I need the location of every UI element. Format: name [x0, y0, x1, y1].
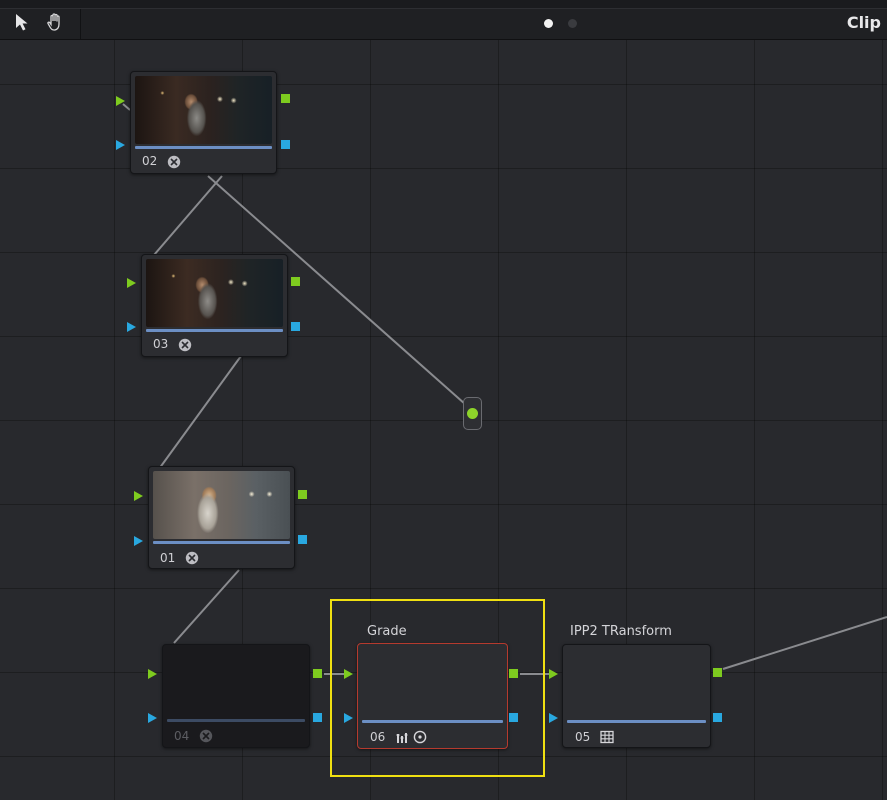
- node-thumbnail: [146, 259, 283, 327]
- node-progress-bar: [167, 719, 305, 722]
- key-input-port[interactable]: [148, 713, 157, 723]
- key-input-port[interactable]: [127, 322, 136, 332]
- node-03[interactable]: 03: [141, 254, 288, 357]
- key-output-port[interactable]: [509, 713, 518, 722]
- key-output-port[interactable]: [298, 535, 307, 544]
- rgb-input-port[interactable]: [116, 96, 125, 106]
- rgb-input-port[interactable]: [344, 669, 353, 679]
- node-id-label: 04: [174, 729, 190, 743]
- fx-icon: [185, 551, 199, 565]
- node-progress-bar: [135, 146, 272, 149]
- hand-pan-icon[interactable]: [45, 12, 65, 32]
- fx-icon: [167, 155, 181, 169]
- node-05-ipp2-transform[interactable]: 05: [562, 644, 711, 748]
- node-thumbnail: [153, 471, 290, 539]
- node-title-grade: Grade: [367, 624, 407, 639]
- toolbar-top-strip: [0, 0, 887, 9]
- key-input-port[interactable]: [549, 713, 558, 723]
- rgb-input-port[interactable]: [549, 669, 558, 679]
- node-progress-bar: [567, 720, 706, 723]
- rgb-output-port[interactable]: [509, 669, 518, 678]
- key-output-port[interactable]: [291, 322, 300, 331]
- node-id-label: 05: [575, 730, 591, 744]
- key-input-port[interactable]: [134, 536, 143, 546]
- rgb-output-port[interactable]: [281, 94, 290, 103]
- node-06-grade[interactable]: 06: [357, 643, 508, 749]
- node-id-label: 03: [153, 337, 169, 351]
- page-dot-active[interactable]: [544, 19, 553, 28]
- toolbar-separator: [80, 9, 81, 39]
- rgb-input-port[interactable]: [134, 491, 143, 501]
- fx-icon: [199, 729, 213, 743]
- node-id-label: 01: [160, 551, 176, 565]
- node-id-label: 06: [370, 730, 386, 744]
- key-input-port[interactable]: [344, 713, 353, 723]
- rgb-output-port[interactable]: [313, 669, 322, 678]
- clip-mode-label[interactable]: Clip: [847, 13, 881, 32]
- mixer-input-dot[interactable]: [467, 408, 478, 419]
- node-progress-bar: [146, 329, 283, 332]
- node-title-ipp2-transform: IPP2 TRansform: [570, 624, 672, 639]
- pointer-arrow-icon[interactable]: [12, 12, 32, 32]
- key-output-port[interactable]: [713, 713, 722, 722]
- node-progress-bar: [362, 720, 503, 723]
- node-id-label: 02: [142, 154, 158, 168]
- levels-icon: [396, 733, 408, 743]
- parallel-mixer-node[interactable]: [463, 397, 482, 430]
- circle-target-icon: [413, 730, 427, 744]
- node-progress-bar: [153, 541, 290, 544]
- rgb-output-port[interactable]: [713, 668, 722, 677]
- rgb-input-port[interactable]: [127, 278, 136, 288]
- fx-icon: [178, 338, 192, 352]
- page-dot-inactive[interactable]: [568, 19, 577, 28]
- node-01[interactable]: 01: [148, 466, 295, 569]
- lut-grid-icon: [600, 730, 614, 744]
- rgb-output-port[interactable]: [291, 277, 300, 286]
- key-input-port[interactable]: [116, 140, 125, 150]
- node-02[interactable]: 02: [130, 71, 277, 174]
- node-04-disabled[interactable]: 04: [162, 644, 310, 748]
- rgb-output-port[interactable]: [298, 490, 307, 499]
- node-thumbnail: [135, 76, 272, 144]
- rgb-input-port[interactable]: [148, 669, 157, 679]
- key-output-port[interactable]: [313, 713, 322, 722]
- node-editor-toolbar: Clip: [0, 0, 887, 40]
- key-output-port[interactable]: [281, 140, 290, 149]
